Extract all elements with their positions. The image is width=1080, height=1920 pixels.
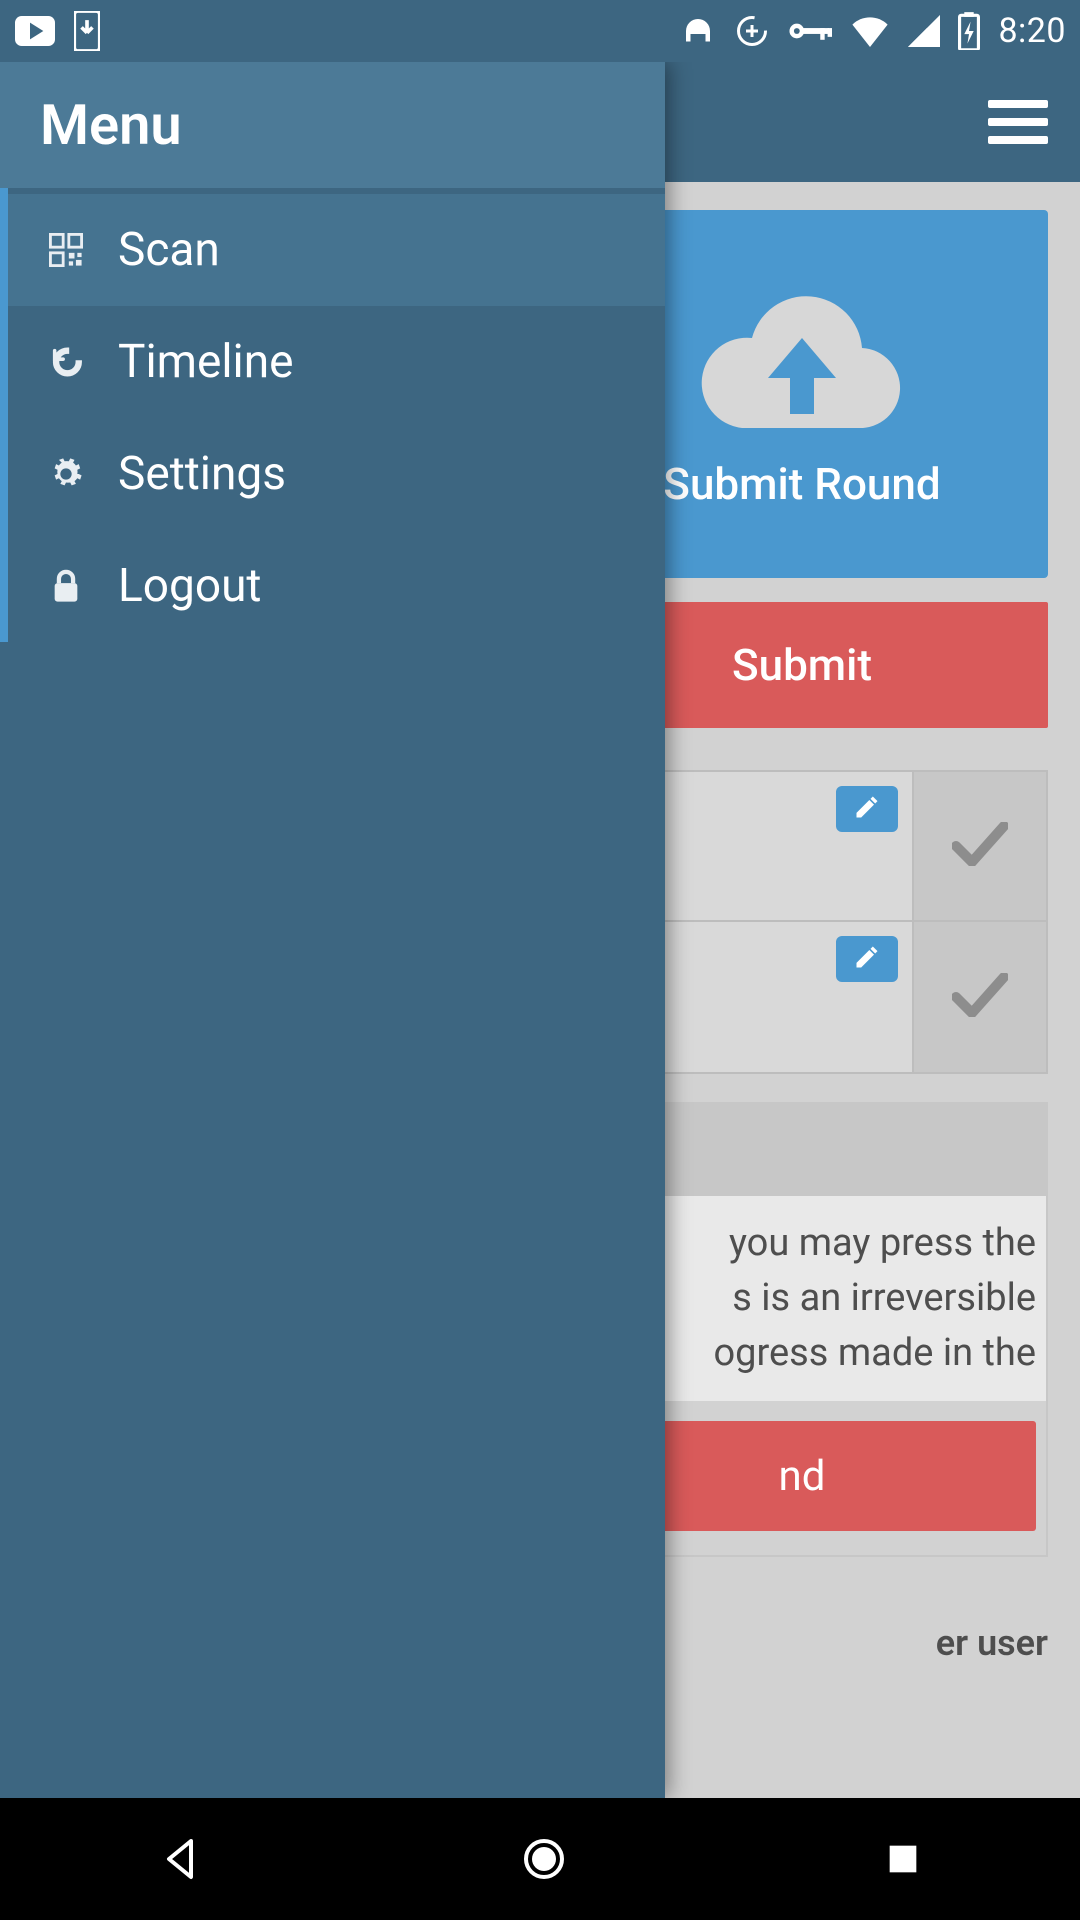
drawer-item-label: Scan	[118, 223, 220, 277]
youtube-icon	[14, 16, 56, 46]
history-icon	[48, 345, 84, 379]
cloud-upload-icon	[692, 278, 912, 442]
data-saver-icon	[734, 13, 770, 49]
status-clock: 8:20	[998, 11, 1066, 51]
drawer-header: Menu	[0, 62, 665, 188]
check-icon	[952, 822, 1008, 870]
cell-signal-icon	[908, 15, 940, 47]
submit-button-label-fragment: Submit	[732, 639, 872, 691]
drawer-title: Menu	[40, 92, 182, 158]
battery-charging-icon	[958, 12, 980, 50]
gear-icon	[48, 457, 84, 491]
drawer-item-label: Logout	[118, 559, 261, 613]
edit-row-button[interactable]	[836, 936, 898, 982]
nav-recents-button[interactable]	[883, 1839, 923, 1879]
confirm-row-button[interactable]	[912, 922, 1046, 1072]
android-status-bar: 8:20	[0, 0, 1080, 62]
drawer-item-scan[interactable]: Scan	[0, 194, 665, 306]
nav-home-button[interactable]	[520, 1835, 568, 1883]
panel-action-label-fragment: nd	[779, 1452, 826, 1501]
status-right-group: 8:20	[680, 11, 1066, 51]
nav-back-button[interactable]	[157, 1835, 205, 1883]
drawer-item-settings[interactable]: Settings	[0, 418, 665, 530]
pencil-icon	[853, 793, 881, 825]
edit-row-button[interactable]	[836, 786, 898, 832]
drawer-items: Scan Timeline Settings Logout	[0, 188, 665, 642]
drawer-item-timeline[interactable]: Timeline	[0, 306, 665, 418]
submit-round-label: Submit Round	[663, 458, 940, 510]
status-left-group	[14, 11, 100, 51]
drawer-item-label: Timeline	[118, 335, 294, 389]
pencil-icon	[853, 943, 881, 975]
drawer-item-label: Settings	[118, 447, 286, 501]
drawer-accent-bar	[0, 188, 8, 642]
confirm-row-button[interactable]	[912, 772, 1046, 920]
drawer-item-logout[interactable]: Logout	[0, 530, 665, 642]
headphones-icon	[680, 13, 716, 49]
android-nav-bar	[0, 1798, 1080, 1920]
key-vpn-icon	[788, 19, 832, 43]
download-phone-icon	[74, 11, 100, 51]
wifi-icon	[850, 15, 890, 47]
side-drawer: Menu Scan Timeline Settings	[0, 62, 665, 1798]
check-icon	[952, 973, 1008, 1021]
app-viewport: g Submit Round Submit	[0, 62, 1080, 1798]
lock-icon	[48, 569, 84, 603]
qr-code-icon	[48, 233, 84, 267]
